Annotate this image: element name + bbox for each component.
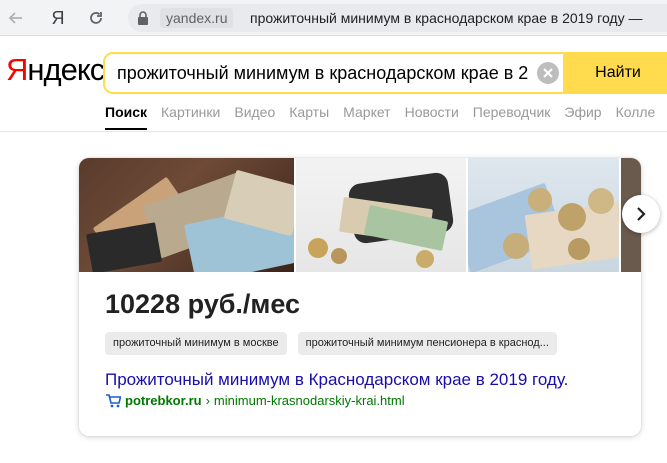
chevron-right-icon: [637, 207, 646, 221]
cart-icon: [106, 394, 121, 408]
tab-collections[interactable]: Колле: [616, 103, 656, 121]
result-host[interactable]: potrebkor.ru: [125, 393, 202, 409]
browser-toolbar: Я yandex.ru прожиточный минимум в красно…: [0, 0, 667, 36]
related-queries: прожиточный минимум в москве прожиточный…: [105, 332, 568, 355]
purse-image[interactable]: [295, 158, 466, 272]
tab-video[interactable]: Видео: [234, 103, 275, 121]
reload-icon: [90, 12, 102, 24]
tab-efir[interactable]: Эфир: [564, 103, 601, 121]
related-query-chip[interactable]: прожиточный минимум в москве: [105, 332, 287, 355]
tab-maps[interactable]: Карты: [289, 103, 329, 121]
logo-letter: Я: [6, 52, 28, 87]
related-query-chip[interactable]: прожиточный минимум пенсионера в краснод…: [297, 332, 557, 355]
search-button[interactable]: Найти: [563, 52, 667, 94]
logo-rest: ндекс: [27, 52, 105, 87]
back-arrow-icon: [8, 12, 22, 24]
clear-icon: [543, 68, 553, 78]
search-input[interactable]: прожиточный минимум в краснодарском крае…: [105, 54, 529, 92]
reload-button[interactable]: [82, 4, 110, 32]
url-separator: ›: [205, 393, 210, 408]
tab-translator[interactable]: Переводчик: [473, 103, 551, 121]
address-bar[interactable]: yandex.ru прожиточный минимум в краснода…: [128, 4, 667, 32]
search-form: прожиточный минимум в краснодарском крае…: [103, 52, 667, 94]
coins-banknotes-image[interactable]: [467, 158, 620, 272]
result-url[interactable]: potrebkor.ru › minimum-krasnodarskiy-kra…: [105, 393, 405, 409]
header-divider: [0, 131, 667, 132]
answer-value: 10228 руб./мес: [105, 289, 301, 319]
lock-icon: [138, 11, 148, 25]
address-domain: yandex.ru: [160, 8, 234, 28]
yandex-logo[interactable]: Яндекс: [6, 52, 105, 88]
clear-search-button[interactable]: [537, 62, 559, 84]
result-title-link[interactable]: Прожиточный минимум в Краснодарском крае…: [105, 370, 568, 390]
tab-search[interactable]: Поиск: [105, 103, 148, 130]
service-tabs: Поиск Картинки Видео Карты Маркет Новост…: [105, 103, 667, 130]
tab-images[interactable]: Картинки: [161, 103, 220, 121]
answer-card: 10228 руб./мес прожиточный минимум в мос…: [79, 158, 641, 436]
carousel-next-button[interactable]: [622, 195, 660, 233]
address-page-title: прожиточный минимум в краснодарском крае…: [250, 10, 643, 26]
result-path[interactable]: minimum-krasnodarskiy-krai.html: [214, 393, 405, 409]
tab-news[interactable]: Новости: [405, 103, 459, 121]
money-wallet-image[interactable]: [79, 158, 294, 272]
yandex-home-button[interactable]: Я: [44, 4, 72, 32]
tab-market[interactable]: Маркет: [343, 103, 390, 121]
image-carousel: [79, 158, 641, 272]
back-button[interactable]: [2, 4, 30, 32]
